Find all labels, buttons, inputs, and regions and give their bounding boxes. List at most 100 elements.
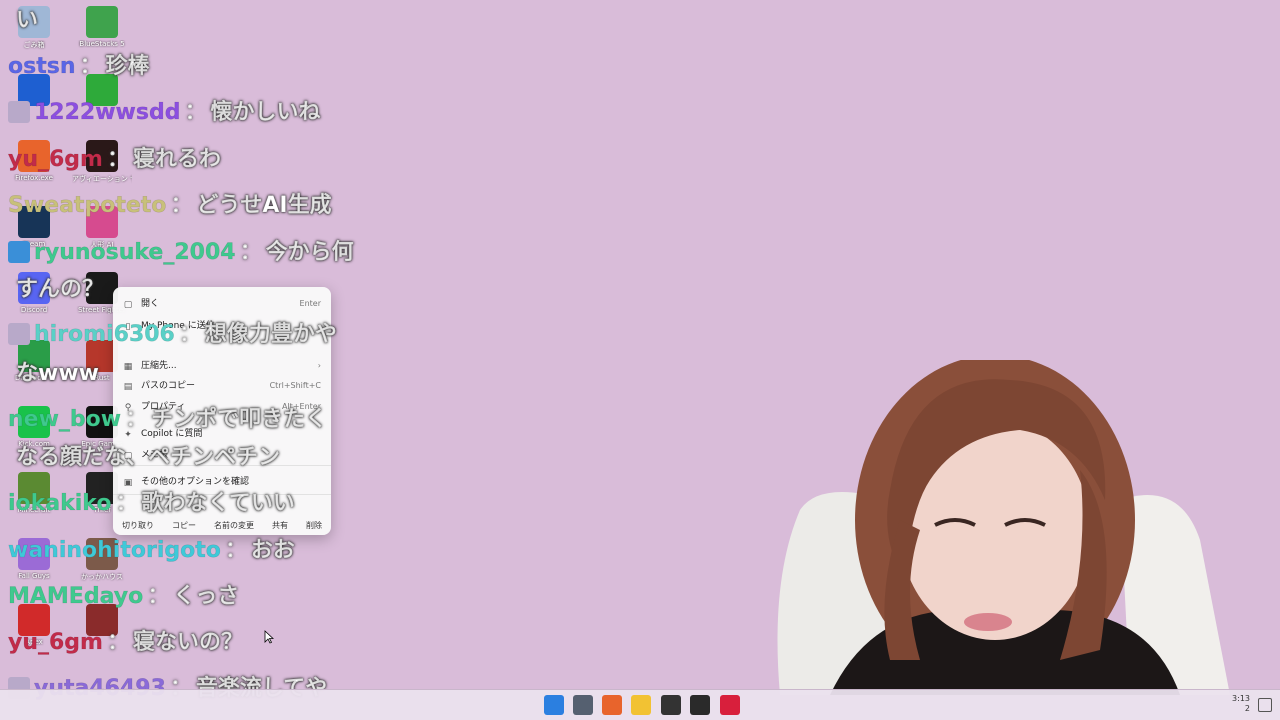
chat-message: ryunosuke_2004：今から何: [8, 240, 354, 266]
chat-separator: ：: [125, 407, 148, 433]
menu-item-shortcut: ›: [317, 361, 321, 370]
chat-username: yu_6gm: [8, 630, 104, 656]
chat-text: すんの？: [16, 277, 105, 303]
context-menu-item[interactable]: ▣ その他のオプションを確認: [123, 473, 321, 491]
taskbar: 3:13 2: [0, 689, 1280, 720]
chat-separator: ：: [224, 538, 248, 564]
context-menu-item[interactable]: ▢ 開く Enter: [123, 295, 321, 313]
chat-message: い: [8, 8, 39, 34]
chat-text: チンポで叩きたく: [151, 407, 328, 433]
chat-text: 寝れるわ: [133, 147, 222, 173]
chat-message: なる顔だな、ペチンペチン: [8, 445, 281, 471]
chat-username: iokakiko: [8, 491, 112, 517]
chat-text: 歌わなくていい: [141, 491, 295, 517]
user-badge-icon: [8, 323, 30, 345]
tray-clock[interactable]: 3:13 2: [1232, 694, 1250, 714]
app-icon: [86, 6, 118, 38]
chat-separator: ：: [170, 193, 193, 219]
chat-separator: ：: [239, 240, 262, 266]
chat-separator: ：: [115, 491, 138, 517]
chat-separator: ：: [147, 584, 170, 610]
quick-action-button[interactable]: コピー: [172, 520, 196, 531]
menu-item-shortcut: Ctrl+Shift+C: [269, 381, 321, 390]
chat-separator: [8, 361, 16, 386]
chat-message: waninohitorigoto：おお: [8, 538, 296, 564]
chat-text: い: [16, 8, 39, 34]
menu-item-icon: ▣: [123, 478, 133, 488]
chat-text: なwww: [16, 361, 100, 387]
chat-username: yu_6gm: [8, 147, 104, 173]
chat-text: 今から何: [265, 240, 354, 266]
chat-separator: ：: [106, 630, 130, 656]
chat-separator: ：: [106, 147, 130, 173]
quick-action-button[interactable]: 削除: [306, 520, 322, 531]
chat-separator: [8, 277, 16, 302]
user-badge-icon: [8, 101, 30, 123]
tray-date: 2: [1244, 704, 1250, 713]
chat-username: hiromi6306: [34, 322, 175, 348]
chat-message: yu_6gm：寝ないの？: [8, 630, 244, 656]
user-badge-icon: [8, 241, 30, 263]
desktop-icon-label: ごみ箱: [23, 41, 45, 49]
chat-text: 懐かしいね: [210, 100, 321, 126]
quick-action-button[interactable]: 切り取り: [122, 520, 154, 531]
chat-text: 寝ないの？: [133, 630, 244, 656]
chat-message: hiromi6306：想像力豊かや: [8, 322, 337, 348]
app-red-icon[interactable]: [720, 695, 740, 715]
menu-item-label: パスのコピー: [141, 381, 196, 391]
chat-text: なる顔だな、ペチンペチン: [16, 445, 281, 471]
chat-message: Sweatpoteto：どうせAI生成: [8, 193, 332, 219]
desktop-icon-label: Fall Guys: [18, 572, 50, 580]
chat-separator: ：: [184, 100, 207, 126]
chat-text: おお: [250, 538, 296, 564]
desktop-icon-label: Discord: [20, 306, 48, 314]
chat-username: Sweatpoteto: [8, 193, 167, 219]
chat-username: MAMEdayo: [8, 584, 144, 610]
menu-item-icon: ▢: [123, 300, 133, 310]
quick-action-button[interactable]: 名前の変更: [214, 520, 254, 531]
menu-item-label: 開く: [141, 299, 160, 309]
chat-text: 珍棒: [105, 54, 150, 80]
chat-message: MAMEdayo：くっさ: [8, 584, 240, 610]
chat-text: どうせAI生成: [196, 193, 332, 219]
chat-username: ostsn: [8, 54, 76, 80]
desktop-icon[interactable]: BlueStacks 5: [72, 6, 132, 48]
menu-item-label: 圧縮先...: [141, 361, 177, 371]
firefox-icon[interactable]: [602, 695, 622, 715]
context-menu-item[interactable]: ▦ 圧縮先... ›: [123, 357, 321, 375]
desktop-icon-label: Firefox.exe: [15, 174, 53, 182]
obs-icon[interactable]: [690, 695, 710, 715]
context-menu-quick-actions: 切り取り コピー 名前の変更 共有 削除: [113, 520, 331, 531]
chat-username: 1222wwsdd: [34, 100, 181, 126]
chat-separator: [8, 445, 16, 470]
desktop-icon-label: アヴィエーション ザ・ゲーム: [72, 175, 132, 183]
chat-separator: [8, 8, 16, 33]
chat-message: yu_6gm：寝れるわ: [8, 147, 222, 173]
chat-text: 想像力豊かや: [204, 322, 338, 348]
menu-item-icon: ▤: [123, 382, 133, 392]
chat-message: new_bow：チンポで叩きたく: [8, 407, 328, 433]
chat-separator: ：: [79, 54, 102, 80]
game-app-icon[interactable]: [661, 695, 681, 715]
chat-username: new_bow: [8, 407, 122, 433]
file-explorer-icon[interactable]: [631, 695, 651, 715]
desktop-icon-label: かっかハウス: [81, 573, 123, 581]
chat-username: ryunosuke_2004: [34, 240, 236, 266]
chat-separator: ：: [178, 322, 202, 348]
chat-message: すんの？: [8, 277, 105, 303]
menu-item-shortcut: Enter: [299, 299, 321, 308]
chat-message: なwww: [8, 361, 100, 387]
chat-username: waninohitorigoto: [8, 538, 221, 564]
context-menu-item[interactable]: ▤ パスのコピー Ctrl+Shift+C: [123, 377, 321, 395]
chat-message: iokakiko：歌わなくていい: [8, 491, 295, 517]
chat-message: ostsn：珍棒: [8, 54, 150, 80]
windows-start-icon[interactable]: [544, 695, 564, 715]
settings-gear-icon[interactable]: [573, 695, 593, 715]
webcam-feed: [760, 360, 1280, 695]
chat-message: 1222wwsdd：懐かしいね: [8, 100, 321, 126]
menu-item-icon: ▦: [123, 362, 133, 372]
mouse-cursor-icon: [264, 630, 274, 644]
notification-icon[interactable]: [1258, 698, 1272, 712]
tray-time: 3:13: [1232, 694, 1250, 703]
quick-action-button[interactable]: 共有: [272, 520, 288, 531]
